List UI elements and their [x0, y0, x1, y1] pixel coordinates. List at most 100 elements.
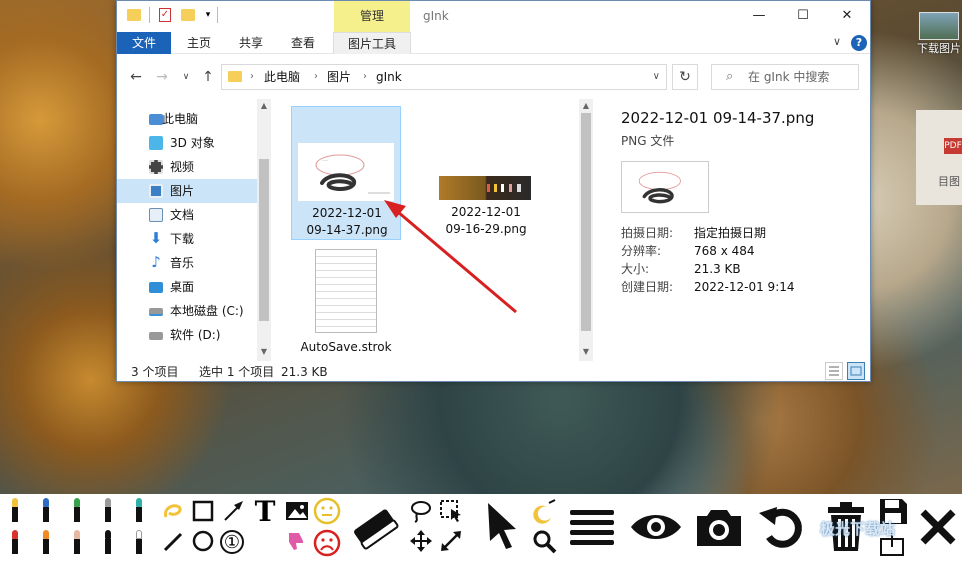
tab-view[interactable]: 查看	[279, 32, 327, 54]
nav-item-label: 视频	[170, 160, 195, 174]
nav-item-drive-c[interactable]: 本地磁盘 (C:)	[117, 299, 257, 323]
close-button[interactable]: ✕	[825, 1, 869, 32]
scroll-up-icon[interactable]: ▲	[257, 99, 271, 113]
pointer-mode-button[interactable]	[480, 500, 524, 552]
quick-access-dropdown-icon[interactable]: ▾	[201, 7, 215, 23]
pen-button[interactable]	[72, 498, 82, 524]
address-row: ← → ∨ ↑ › 此电脑 › 图片 › gInk ∨ ↻ ⌕ 在 gInk 中…	[117, 55, 870, 99]
nav-item-downloads[interactable]: ⬇ 下载	[117, 227, 257, 251]
refresh-button[interactable]: ↻	[672, 64, 698, 90]
highlighter-lasso-button[interactable]	[160, 498, 186, 524]
sad-face-button[interactable]	[312, 528, 342, 558]
lasso-select-button[interactable]	[408, 498, 434, 524]
desktop-shortcut[interactable]: 下载图片	[916, 12, 962, 62]
preview-image	[621, 161, 709, 213]
nav-item-music[interactable]: ♪ 音乐	[117, 251, 257, 275]
rectangle-button[interactable]	[190, 498, 216, 524]
magic-wand-icon	[533, 499, 556, 524]
smiley-button[interactable]	[312, 496, 342, 526]
file-item[interactable]: 2022-12-01 09-16-29.png	[431, 106, 541, 240]
property-value[interactable]: 指定拍摄日期	[694, 224, 766, 242]
exit-button[interactable]	[916, 504, 960, 550]
nav-scrollbar[interactable]: ▲ ▼	[257, 99, 271, 361]
help-icon[interactable]: ?	[851, 35, 867, 51]
tab-picture-tools[interactable]: 图片工具	[333, 32, 411, 54]
nav-item-drive-d[interactable]: 软件 (D:)	[117, 323, 257, 347]
nav-item-videos[interactable]: 视频	[117, 155, 257, 179]
nav-item-documents[interactable]: 文档	[117, 203, 257, 227]
pen-body-icon	[105, 539, 111, 554]
menu-button[interactable]	[566, 502, 618, 552]
arrow-icon	[224, 501, 243, 521]
eraser-button[interactable]	[348, 500, 402, 556]
pen-button[interactable]	[41, 498, 51, 524]
search-input[interactable]: ⌕ 在 gInk 中搜索	[711, 64, 859, 90]
breadcrumb-gink[interactable]: gInk	[376, 65, 402, 89]
screenshot-button[interactable]	[692, 502, 746, 552]
magic-wand-button[interactable]	[530, 498, 560, 526]
arrow-button[interactable]	[220, 498, 246, 524]
property-key: 分辨率:	[621, 244, 662, 258]
ellipse-button[interactable]	[190, 528, 216, 554]
zoom-button[interactable]	[530, 528, 560, 556]
pen-button[interactable]	[134, 498, 144, 524]
pen-button[interactable]	[10, 530, 20, 556]
nav-item-label: 软件 (D:)	[170, 328, 221, 342]
new-folder-icon[interactable]	[181, 9, 195, 21]
nav-item-3d-objects[interactable]: 3D 对象	[117, 131, 257, 155]
text-button[interactable]: T	[252, 495, 278, 528]
expand-ribbon-icon[interactable]: ∨	[833, 35, 841, 48]
address-dropdown-icon[interactable]: ∨	[653, 65, 660, 89]
select-region-button[interactable]	[438, 498, 464, 524]
breadcrumb-separator: ›	[250, 71, 254, 82]
minimize-button[interactable]: —	[737, 1, 781, 32]
tab-file[interactable]: 文件	[117, 32, 171, 54]
nav-item-this-pc[interactable]: 此电脑	[117, 107, 257, 131]
details-view-icon[interactable]	[825, 362, 843, 380]
undo-button[interactable]	[756, 502, 810, 552]
scroll-down-icon[interactable]: ▼	[579, 345, 593, 359]
line-button[interactable]	[160, 528, 186, 554]
scroll-up-icon[interactable]: ▲	[579, 99, 593, 113]
pen-button[interactable]	[134, 530, 144, 556]
breadcrumb-this-pc[interactable]: 此电脑	[264, 65, 300, 89]
maximize-button[interactable]: ☐	[781, 1, 825, 32]
file-list-scrollbar[interactable]: ▲ ▼	[579, 99, 593, 361]
properties-icon[interactable]: ✓	[159, 8, 171, 22]
image-button[interactable]	[284, 498, 310, 524]
forward-button[interactable]: →	[153, 67, 171, 87]
scroll-down-icon[interactable]: ▼	[257, 345, 271, 359]
pen-body-icon	[74, 539, 80, 554]
nav-item-pictures[interactable]: 图片	[117, 179, 257, 203]
pen-button[interactable]	[72, 530, 82, 556]
breadcrumb-pictures[interactable]: 图片	[327, 65, 351, 89]
document-file-icon	[315, 249, 377, 333]
file-item[interactable]: … 2022-12-01 09-14-37.png	[291, 106, 401, 240]
folder-icon	[228, 71, 242, 82]
scroll-thumb[interactable]	[259, 159, 269, 321]
file-item[interactable]: AutoSave.strok	[291, 245, 401, 361]
pen-button[interactable]	[103, 530, 113, 556]
dislike-button[interactable]	[284, 528, 310, 554]
tab-home[interactable]: 主页	[175, 32, 223, 54]
pen-body-icon	[105, 507, 111, 522]
nav-item-label: 文档	[170, 208, 195, 222]
address-bar[interactable]: › 此电脑 › 图片 › gInk ∨	[221, 64, 667, 90]
large-icons-view-icon[interactable]	[847, 362, 865, 380]
window-title: gInk	[423, 9, 449, 23]
back-button[interactable]: ←	[127, 67, 145, 87]
number-button[interactable]: ①	[220, 530, 244, 554]
manage-context-tab[interactable]: 管理	[334, 1, 410, 32]
scroll-thumb[interactable]	[581, 113, 591, 331]
eraser-icon	[354, 509, 399, 550]
resize-button[interactable]	[438, 528, 464, 554]
tab-share[interactable]: 共享	[227, 32, 275, 54]
move-button[interactable]	[408, 528, 434, 554]
hide-ink-button[interactable]	[628, 504, 684, 550]
pen-button[interactable]	[41, 530, 51, 556]
up-button[interactable]: ↑	[199, 67, 217, 87]
recent-locations-dropdown[interactable]: ∨	[177, 67, 195, 87]
pen-button[interactable]	[103, 498, 113, 524]
nav-item-desktop[interactable]: 桌面	[117, 275, 257, 299]
pen-button[interactable]	[10, 498, 20, 524]
